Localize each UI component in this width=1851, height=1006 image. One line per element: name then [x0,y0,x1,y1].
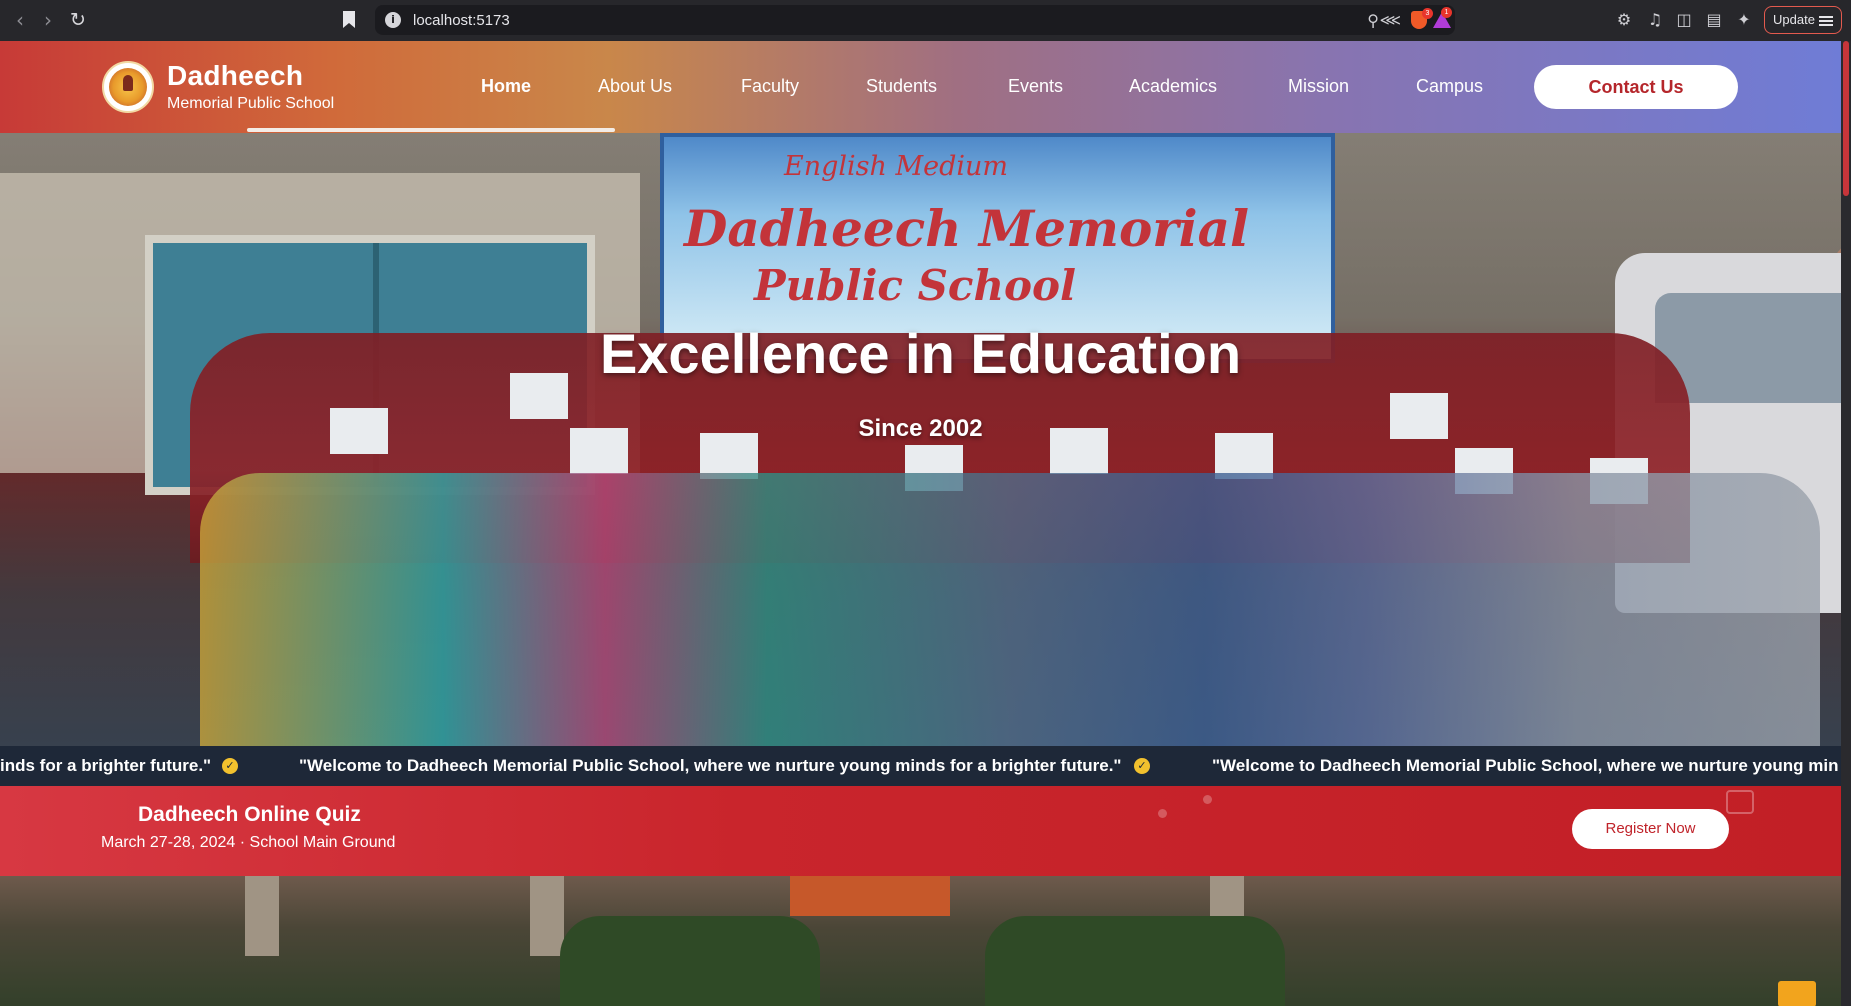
rewards-icon[interactable]: 1 [1433,7,1452,28]
extensions-icon[interactable]: ⚙ [1613,9,1635,31]
site-header: Dadheech Memorial Public School Home Abo… [0,41,1841,133]
sidebar-icon[interactable]: ◫ [1673,9,1695,31]
event-banner: Dadheech Online Quiz March 27-28, 2024 ·… [0,786,1841,876]
url-text[interactable]: localhost:5173 [413,12,510,29]
page-scrollbar[interactable] [1841,41,1851,1006]
hero-photo-seated-staff [200,473,1820,746]
campus-photo [0,876,1841,1006]
brand-subtitle: Memorial Public School [167,95,335,112]
register-now-button[interactable]: Register Now [1572,809,1729,849]
forward-icon[interactable]: › [36,8,60,32]
scrollbar-thumb[interactable] [1843,41,1849,196]
shield-badge: 3 [1422,8,1433,19]
back-icon[interactable]: ‹ [8,8,32,32]
announcement-ticker: inds for a brighter future." ✓ "Welcome … [0,746,1841,786]
banner-line-2: Dadheech Memorial [684,199,1250,258]
bookmark-icon[interactable] [342,10,356,29]
nav-students[interactable]: Students [866,76,937,97]
hero-section: English Medium Dadheech Memorial Public … [0,133,1841,746]
menu-icon [1819,16,1833,18]
event-date-location: March 27-28, 2024 · School Main Ground [101,834,396,851]
reload-icon[interactable]: ↻ [66,8,90,32]
address-bar[interactable]: i localhost:5173 ⚲ ⋘ 3 1 [375,5,1455,35]
decor-dot [1158,809,1167,818]
share-icon[interactable]: ⋘ [1380,11,1401,29]
decor-dot [1203,795,1212,804]
update-button[interactable]: Update [1764,6,1842,34]
ticker-fragment: inds for a brighter future." [0,756,212,775]
event-title: Dadheech Online Quiz [138,803,361,826]
rewards-badge: 1 [1441,7,1452,18]
brand-title[interactable]: Dadheech [167,60,303,92]
browser-toolbar: ‹ › ↻ i localhost:5173 ⚲ ⋘ 3 1 ⚙ ♫ ◫ ▤ ✦… [0,0,1851,41]
ticker-message: "Welcome to Dadheech Memorial Public Sch… [299,756,1122,775]
school-logo[interactable] [102,61,154,113]
website: Dadheech Memorial Public School Home Abo… [0,41,1841,1006]
campus-hedge [560,916,820,1006]
active-nav-underline [247,128,615,132]
nav-faculty[interactable]: Faculty [741,76,799,97]
nav-home[interactable]: Home [481,76,531,97]
ticker-message: "Welcome to Dadheech Memorial Public Sch… [1212,756,1839,775]
check-icon: ✓ [1134,758,1150,774]
nav-events[interactable]: Events [1008,76,1063,97]
nav-academics[interactable]: Academics [1129,76,1217,97]
calculator-icon [1726,790,1754,814]
zoom-icon[interactable]: ⚲ [1367,11,1379,30]
nav-about-us[interactable]: About Us [598,76,672,97]
wallet-icon[interactable]: ▤ [1703,9,1725,31]
media-icon[interactable]: ♫ [1644,9,1666,31]
site-info-icon[interactable]: i [385,12,401,28]
nav-campus[interactable]: Campus [1416,76,1483,97]
campus-bus [790,876,950,916]
update-label: Update [1773,12,1815,27]
nav-mission[interactable]: Mission [1288,76,1349,97]
hero-title: Excellence in Education [599,322,1242,385]
book-icon[interactable] [1778,981,1816,1006]
campus-hedge [985,916,1285,1006]
contact-us-button[interactable]: Contact Us [1534,65,1738,109]
brave-shield-icon[interactable]: 3 [1411,8,1433,29]
check-icon: ✓ [222,758,238,774]
hero-subtitle: Since 2002 [858,415,983,442]
campus-pillar [530,876,564,956]
banner-line-3: Public School [754,261,1077,310]
campus-pillar [245,876,279,956]
logo-emblem-icon [109,68,147,106]
banner-line-1: English Medium [784,151,1009,182]
leo-ai-icon[interactable]: ✦ [1733,9,1755,31]
